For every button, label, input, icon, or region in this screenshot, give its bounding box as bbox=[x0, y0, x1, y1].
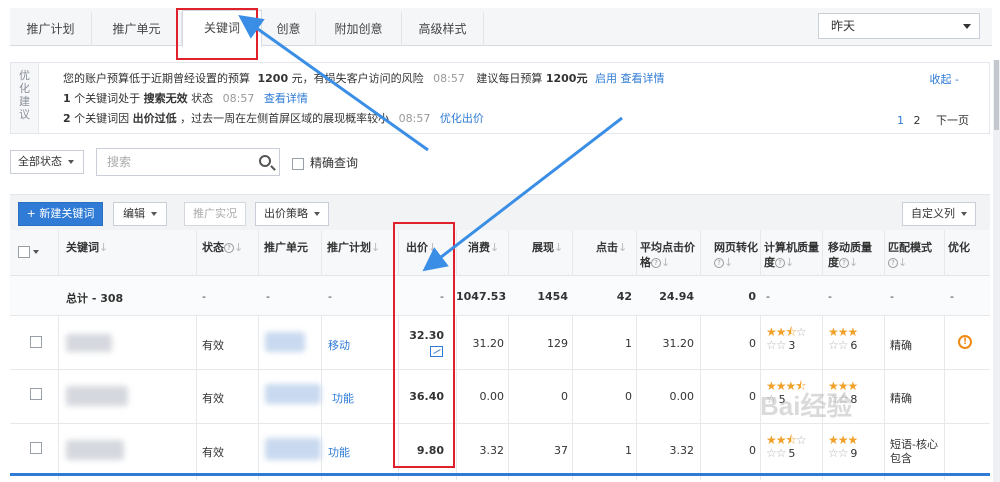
next-page-link[interactable]: 下一页 bbox=[936, 114, 969, 127]
table-toolbar: + 新建关键词 编辑 推广实况 出价策略 自定义列 bbox=[10, 194, 990, 230]
help-icon: ? bbox=[839, 258, 849, 268]
col-unit[interactable]: 推广单元 bbox=[264, 240, 308, 255]
col-avg-cpc[interactable]: 平均点击价格? ↓ bbox=[640, 240, 695, 270]
new-keyword-button[interactable]: + 新建关键词 bbox=[18, 202, 103, 226]
status-filter-select[interactable]: 全部状态 bbox=[10, 150, 84, 174]
scrollbar-thumb[interactable] bbox=[994, 60, 999, 130]
col-mobile-quality[interactable]: 移动质量度? ↓ bbox=[828, 240, 872, 270]
col-status[interactable]: 状态? ↓ bbox=[202, 240, 243, 255]
help-icon: ? bbox=[714, 258, 724, 268]
suggestions-side-label: 优化建议 bbox=[11, 63, 39, 133]
chevron-down-icon bbox=[68, 160, 74, 164]
blurred-unit bbox=[265, 384, 321, 404]
collapse-link[interactable]: 收起 - bbox=[930, 71, 959, 87]
blurred-keyword bbox=[66, 386, 128, 406]
search-input[interactable]: 搜索 bbox=[96, 148, 280, 176]
col-conversion[interactable]: 网页转化? ↓ bbox=[714, 240, 758, 270]
help-icon: ? bbox=[651, 258, 661, 268]
bottom-accent-bar bbox=[10, 473, 990, 476]
enable-budget-link[interactable]: 启用 bbox=[595, 72, 617, 85]
mobile-quality-stars: ★★★ ☆☆ 6 bbox=[828, 325, 858, 353]
page-1-link[interactable]: 1 bbox=[897, 114, 904, 127]
chevron-down-icon bbox=[961, 212, 967, 216]
plan-link[interactable]: 移动 bbox=[328, 337, 350, 353]
promo-live-button[interactable]: 推广实况 bbox=[184, 202, 246, 226]
view-details-link-2[interactable]: 查看详情 bbox=[264, 92, 308, 105]
tab-advanced-style[interactable]: 高级样式 bbox=[402, 12, 484, 46]
suggestion-budget: 您的账户预算低于近期曾经设置的预算 1200 元，有损失客户访问的风险 08:5… bbox=[63, 72, 665, 85]
search-icon[interactable] bbox=[259, 155, 271, 167]
baidu-watermark: Bai经验 bbox=[760, 391, 853, 421]
vertical-scrollbar[interactable] bbox=[993, 60, 1000, 482]
total-row: 总计 - 308 - - - - 1047.53 1454 42 24.94 0… bbox=[10, 276, 990, 316]
suggestion-invalid-keyword: 1 个关键词处于 搜索无效 状态 08:57 查看详情 bbox=[63, 92, 308, 105]
blurred-keyword bbox=[66, 334, 112, 352]
blurred-unit bbox=[265, 332, 305, 352]
suggestion-low-bid: 2 个关键词因 出价过低 ，过去一周在左侧首屏区域的展现概率较小 08:57 优… bbox=[63, 112, 484, 125]
help-icon: ? bbox=[224, 243, 234, 253]
help-icon: ? bbox=[775, 258, 785, 268]
exact-search-checkbox[interactable]: 精确查询 bbox=[292, 154, 358, 171]
col-optimize: 优化 bbox=[948, 241, 970, 254]
optimization-suggestions-panel: 优化建议 您的账户预算低于近期曾经设置的预算 1200 元，有损失客户访问的风险… bbox=[10, 62, 990, 134]
blurred-keyword bbox=[66, 440, 124, 460]
warning-icon[interactable]: ! bbox=[958, 335, 972, 349]
col-keyword[interactable]: 关键词↓ bbox=[66, 240, 108, 255]
row-checkbox[interactable] bbox=[30, 442, 42, 454]
plan-link[interactable]: 功能 bbox=[328, 444, 350, 460]
pc-quality-stars: ★★⯪☆ ☆☆ 5 bbox=[766, 433, 807, 461]
date-range-value: 昨天 bbox=[831, 19, 856, 33]
col-clicks[interactable]: 点击↓ bbox=[596, 240, 627, 255]
optimize-bid-link[interactable]: 优化出价 bbox=[440, 112, 484, 125]
tab-campaign[interactable]: 推广计划 bbox=[10, 12, 92, 46]
highlight-box-bid-column bbox=[393, 222, 455, 468]
row-checkbox[interactable] bbox=[30, 388, 42, 400]
tab-extra-creative[interactable]: 附加创意 bbox=[316, 12, 402, 46]
edit-button[interactable]: 编辑 bbox=[113, 202, 167, 226]
custom-columns-button[interactable]: 自定义列 bbox=[902, 202, 976, 226]
col-plan[interactable]: 推广计划↓ bbox=[327, 240, 380, 255]
suggestion-pager: 1 2 下一页 bbox=[891, 112, 969, 128]
chevron-down-icon bbox=[963, 24, 971, 29]
tab-ad-group[interactable]: 推广单元 bbox=[92, 12, 182, 46]
col-pc-quality[interactable]: 计算机质量度? ↓ bbox=[764, 240, 819, 270]
mobile-quality-stars: ★★★ ☆☆ 9 bbox=[828, 433, 858, 461]
blurred-unit bbox=[265, 438, 321, 460]
table-row[interactable]: 有效 移动 32.30 31.20 129 1 31.20 0 ★★⯪☆ ☆☆ 3… bbox=[10, 316, 990, 370]
tab-creative[interactable]: 创意 bbox=[262, 12, 316, 46]
col-match[interactable]: 匹配模式? ↓ bbox=[888, 240, 932, 270]
chevron-down-icon bbox=[314, 212, 320, 216]
table-row[interactable]: 有效 功能 9.80 3.32 37 1 3.32 0 ★★⯪☆ ☆☆ 5 ★★★… bbox=[10, 424, 990, 476]
col-impressions[interactable]: 展现↓ bbox=[532, 240, 563, 255]
table-header: 关键词↓ 状态? ↓ 推广单元 推广计划↓ 出价↓ 消费↓ 展现↓ 点击↓ 平均点… bbox=[10, 230, 990, 276]
plan-link[interactable]: 功能 bbox=[332, 390, 354, 406]
keyword-management-page: 推广计划 推广单元 关键词 创意 附加创意 高级样式 昨天 优化建议 您的账户预… bbox=[0, 0, 1000, 482]
checkbox[interactable] bbox=[292, 157, 304, 170]
row-checkbox[interactable] bbox=[30, 336, 42, 348]
highlight-box-keywords-tab bbox=[176, 8, 258, 60]
chevron-down-icon bbox=[151, 212, 157, 216]
col-cost[interactable]: 消费↓ bbox=[468, 240, 499, 255]
select-all-checkbox[interactable] bbox=[18, 244, 39, 259]
date-range-select[interactable]: 昨天 bbox=[818, 13, 980, 39]
bid-strategy-button[interactable]: 出价策略 bbox=[255, 202, 329, 226]
page-2-link[interactable]: 2 bbox=[914, 114, 921, 127]
help-icon: ? bbox=[888, 258, 898, 268]
view-details-link[interactable]: 查看详情 bbox=[620, 72, 664, 85]
pc-quality-stars: ★★⯪☆ ☆☆ 3 bbox=[766, 325, 807, 353]
